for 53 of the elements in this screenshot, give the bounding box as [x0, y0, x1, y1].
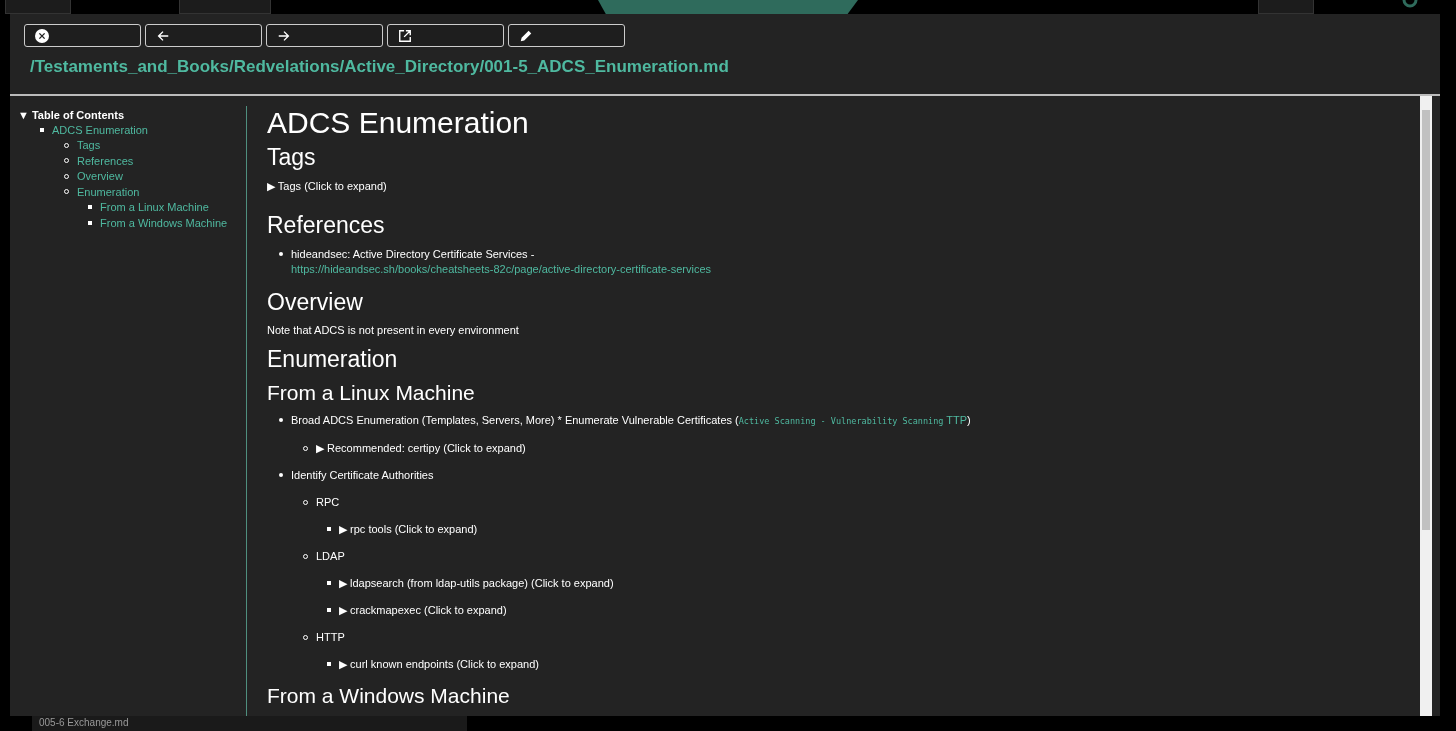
list-item-text: Broad ADCS Enumeration (Templates, Servers, More) * Enumerate Vulnerable Certificates (Active Scanning - Vulnerability Scanning TTP): [291, 413, 971, 428]
subsection-heading: From a Linux Machine: [267, 381, 476, 405]
edit-button[interactable]: [508, 24, 625, 47]
bullet-icon: [40, 127, 44, 132]
external-link-icon: [398, 28, 412, 43]
list-item-text: LDAP: [316, 549, 345, 564]
back-button[interactable]: [145, 24, 262, 47]
toc-link[interactable]: From a Windows Machine: [100, 216, 228, 229]
bullet-icon: [279, 473, 283, 477]
toc-link[interactable]: From a Linux Machine: [100, 201, 209, 214]
section-heading: Tags: [267, 144, 317, 171]
toc-link[interactable]: Enumeration: [77, 185, 140, 198]
expandable-summary[interactable]: ▶ crackmapexec (Click to expand): [339, 603, 507, 618]
page-heading: ADCS Enumeration: [267, 106, 530, 140]
bullet-icon: [88, 205, 92, 210]
arrow-right-icon: [277, 28, 291, 43]
toc-link[interactable]: Tags: [77, 139, 101, 152]
paragraph: Note that ADCS is not present in every environment: [267, 324, 520, 336]
section-heading: Overview: [267, 289, 364, 316]
pencil-icon: [519, 28, 533, 43]
scrollbar[interactable]: [1420, 96, 1432, 716]
toc-link[interactable]: References: [77, 154, 134, 167]
expandable-summary[interactable]: ▶ curl known endpoints (Click to expand): [339, 657, 539, 672]
list-item-text: Identify Certificate Authorities: [291, 468, 434, 483]
bullet-icon: [279, 418, 283, 422]
section-heading: Enumeration: [267, 346, 399, 373]
bullet-icon: [88, 220, 92, 225]
file-path: /Testaments_and_Books/Redvelations/Active_Directory/001-5_ADCS_Enumeration.md: [30, 57, 730, 77]
section-heading: References: [267, 212, 386, 239]
expandable-summary[interactable]: ▶ ldapsearch (from ldap-utils package) (Click to expand): [339, 576, 614, 591]
open-external-button[interactable]: [387, 24, 504, 47]
bullet-icon: [327, 527, 331, 531]
expandable-summary[interactable]: ▶ Tags (Click to expand): [267, 179, 1400, 194]
expandable-summary[interactable]: ▶ Recommended: certipy (Click to expand): [316, 441, 526, 456]
toc-link[interactable]: Overview: [77, 170, 123, 183]
list-item-text: RPC: [316, 495, 340, 510]
close-button[interactable]: [24, 24, 141, 47]
bullet-icon: [327, 608, 331, 612]
bullet-icon: [327, 662, 331, 666]
bullet-icon: [327, 581, 331, 585]
toc-link[interactable]: ADCS Enumeration: [52, 123, 148, 136]
reference-link[interactable]: https://hideandsec.sh/books/cheatsheets-82c/page/active-directory-certificate-services: [291, 262, 712, 277]
arrow-left-icon: [156, 28, 170, 43]
list-item-text: HTTP: [316, 630, 345, 645]
bullet-icon: [279, 252, 283, 256]
expandable-summary[interactable]: ▶ rpc tools (Click to expand): [339, 522, 478, 537]
subsection-heading: From a Windows Machine: [267, 684, 511, 708]
file-item[interactable]: 005-6 Exchange.md: [39, 716, 467, 730]
toc-toggle[interactable]: ▼ Table of Contents: [18, 108, 246, 122]
forward-button[interactable]: [266, 24, 383, 47]
inline-code: Active Scanning - Vulnerability Scanning: [738, 416, 944, 426]
list-item-text: hideandsec: Active Directory Certificate Services -: [291, 247, 536, 262]
close-icon: [35, 28, 49, 43]
